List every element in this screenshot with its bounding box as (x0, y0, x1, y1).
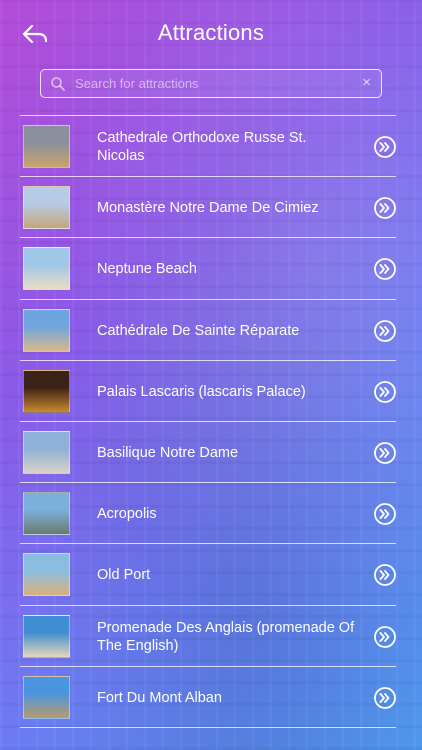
attraction-name: Fort Du Mont Alban (97, 689, 222, 706)
list-item[interactable]: Acropolis (0, 483, 422, 544)
list-item[interactable]: Palais Lascaris (lascaris Palace) (0, 361, 422, 422)
chevron-right-icon[interactable] (373, 319, 397, 343)
attraction-thumbnail (23, 247, 70, 291)
chevron-right-icon[interactable] (373, 502, 397, 526)
chevron-right-icon[interactable] (373, 196, 397, 220)
list-item[interactable]: Monastère Notre Dame De Cimiez (0, 177, 422, 238)
chevron-right-icon[interactable] (373, 625, 397, 649)
list-item[interactable]: Fort Du Mont Alban (0, 667, 422, 728)
attraction-thumbnail (23, 125, 70, 168)
attraction-thumbnail (23, 675, 70, 719)
attraction-thumbnail (23, 614, 70, 658)
clear-search-icon[interactable]: × (362, 75, 371, 91)
row-divider (20, 727, 396, 728)
attraction-name: Acropolis (97, 506, 157, 523)
search-icon (51, 77, 65, 91)
chevron-right-icon[interactable] (373, 257, 397, 281)
list-item[interactable]: Basilique Notre Dame (0, 422, 422, 483)
attraction-thumbnail (23, 308, 70, 352)
list-item[interactable]: Cathédrale De Sainte Réparate (0, 300, 422, 361)
list-item[interactable]: Cathedrale Orthodoxe Russe St. Nicolas (0, 116, 422, 177)
chevron-right-icon[interactable] (373, 380, 397, 404)
list-item[interactable]: Old Port (0, 544, 422, 605)
attraction-name: Cathedrale Orthodoxe Russe St. Nicolas (97, 130, 307, 164)
search-input[interactable] (75, 70, 355, 96)
chevron-right-icon[interactable] (373, 686, 397, 710)
attraction-thumbnail (23, 492, 70, 536)
list-item[interactable]: Neptune Beach (0, 238, 422, 299)
attraction-name: Palais Lascaris (lascaris Palace) (97, 383, 306, 400)
attraction-name: Old Port (97, 567, 151, 584)
chevron-right-icon[interactable] (373, 441, 397, 465)
attraction-thumbnail (23, 553, 70, 597)
attraction-name: Neptune Beach (97, 261, 197, 278)
search-bar[interactable]: × (40, 69, 382, 98)
navigation-bar: Attractions (0, 0, 422, 66)
attraction-thumbnail (23, 431, 70, 474)
attraction-thumbnail (23, 369, 70, 413)
attraction-thumbnail (23, 186, 70, 230)
page-title: Attractions (157, 20, 265, 45)
list-item[interactable]: Promenade Des Anglais (promenade Of The … (0, 606, 422, 667)
chevron-right-icon[interactable] (373, 563, 397, 587)
attraction-name: Cathédrale De Sainte Réparate (97, 322, 300, 339)
attraction-name: Basilique Notre Dame (97, 445, 239, 461)
attraction-name: Promenade Des Anglais (promenade Of The … (97, 619, 355, 654)
chevron-right-icon[interactable] (373, 135, 397, 159)
attraction-name: Monastère Notre Dame De Cimiez (97, 200, 319, 217)
